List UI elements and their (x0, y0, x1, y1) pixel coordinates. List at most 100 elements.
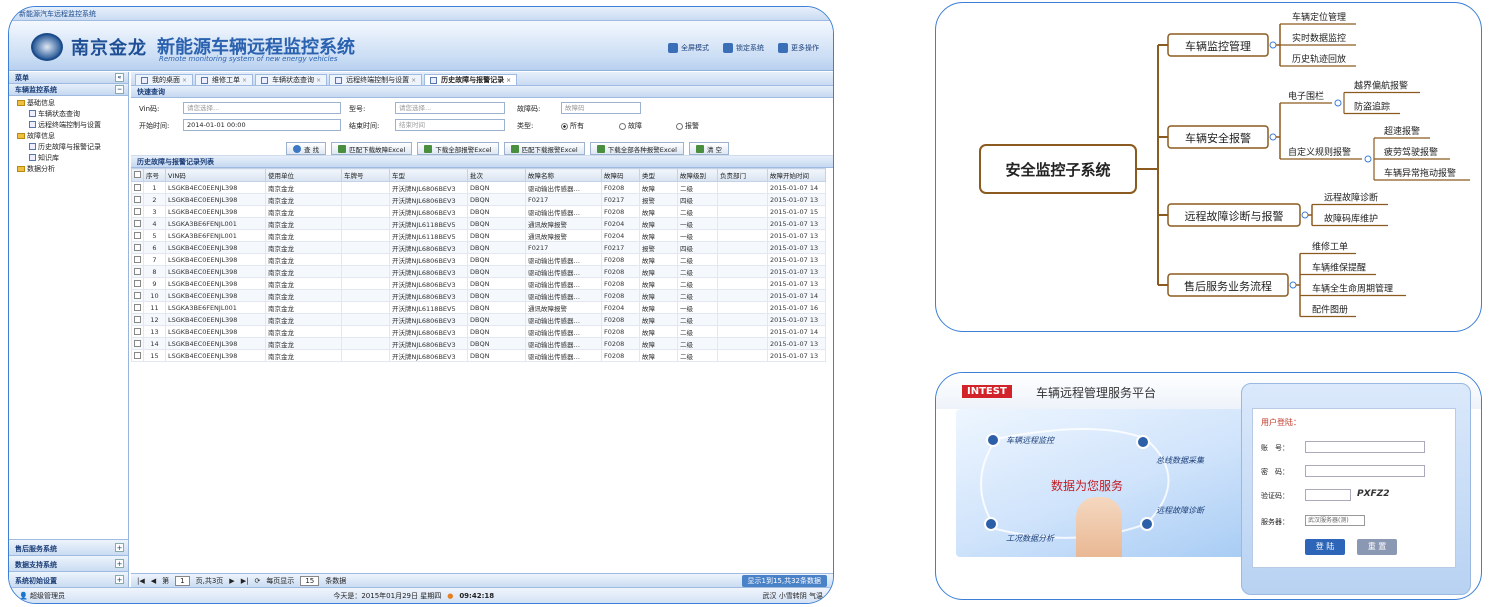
row-checkbox[interactable] (134, 303, 141, 311)
row-checkbox[interactable] (134, 291, 141, 299)
row-checkbox[interactable] (134, 315, 141, 323)
captcha-input[interactable] (1305, 489, 1351, 501)
captcha-image[interactable]: PXFZ2 (1357, 489, 1389, 499)
close-icon[interactable]: × (506, 77, 511, 84)
sidebar-section-data-support[interactable]: 数据支持系统 + (9, 555, 128, 571)
lock-system-button[interactable]: 锁定系统 (723, 43, 764, 53)
tab-4[interactable]: 远程终端控制与设置 × (329, 74, 423, 85)
table-row[interactable]: 9 LSGKB4EC0EENJL398 南京金龙 开沃牌NJL6806BEV3 DBQN… (131, 277, 826, 290)
page-number-input[interactable]: 1 (175, 575, 190, 586)
table-row[interactable]: 10 LSGKB4EC0EENJL398 南京金龙 开沃牌NJL6806BEV3 DBQ… (131, 289, 826, 302)
column-header[interactable]: 故障名称 (525, 168, 602, 182)
refresh-icon[interactable]: ⟳ (254, 577, 260, 585)
radio-alarm[interactable]: 报警 (676, 121, 699, 131)
table-row[interactable]: 12 LSGKB4EC0EENJL398 南京金龙 开沃牌NJL6806BEV3 DBQ… (131, 313, 826, 326)
column-header[interactable]: VIN码 (165, 168, 266, 182)
tab-2[interactable]: 维修工单 × (195, 74, 254, 85)
sidebar-tree-item[interactable]: 基础信息 (13, 98, 124, 109)
sidebar-tree-item[interactable]: 故障信息 (13, 131, 124, 142)
table-row[interactable]: 14 LSGKB4EC0EENJL398 南京金龙 开沃牌NJL6806BEV3 DBQ… (131, 337, 826, 350)
table-row[interactable]: 8 LSGKB4EC0EENJL398 南京金龙 开沃牌NJL6806BEV3 DBQN… (131, 265, 826, 278)
sidebar-section-system-init[interactable]: 系统初始设置 + (9, 571, 128, 587)
close-icon[interactable]: × (182, 77, 187, 84)
collapse-section-button[interactable]: − (115, 85, 124, 94)
close-icon[interactable]: × (316, 77, 321, 84)
next-page-button[interactable]: ▶ (229, 577, 234, 585)
table-cell: 南京金龙 (265, 229, 342, 242)
login-button[interactable]: 登 陆 (1305, 539, 1345, 555)
vin-select[interactable]: 请您选择... (183, 102, 341, 114)
select-all-checkbox[interactable] (134, 171, 141, 178)
download-all-alarm-button[interactable]: 下载全部报警Excel (417, 142, 499, 155)
row-checkbox[interactable] (134, 243, 141, 251)
column-header[interactable]: 批次 (467, 168, 526, 182)
column-header[interactable]: 故障级别 (677, 168, 718, 182)
row-checkbox[interactable] (134, 255, 141, 263)
sidebar-tree-item[interactable]: 数据分析 (13, 164, 124, 175)
table-row[interactable]: 15 LSGKB4EC0EENJL398 南京金龙 开沃牌NJL6806BEV3 DBQ… (131, 349, 826, 362)
column-header[interactable]: 故障开始时间 (767, 168, 826, 182)
column-header[interactable]: 故障码 (601, 168, 640, 182)
row-checkbox[interactable] (134, 267, 141, 275)
last-page-button[interactable]: ▶| (241, 577, 249, 585)
server-select[interactable]: 武汉服务器(测) (1305, 515, 1365, 526)
download-matched-alarm-button[interactable]: 匹配下载报警Excel (503, 142, 585, 155)
sidebar-tree-item[interactable]: 知识库 (13, 153, 124, 164)
table-row[interactable]: 4 LSGKA3BE6FENJL001 南京金龙 开沃牌NJL6118BEV5 DBQN… (131, 217, 826, 230)
tab-3[interactable]: 车辆状态查询 × (255, 74, 328, 85)
more-actions-button[interactable]: 更多操作 (778, 43, 819, 53)
row-checkbox[interactable] (134, 207, 141, 215)
table-row[interactable]: 13 LSGKB4EC0EENJL398 南京金龙 开沃牌NJL6806BEV3 DBQ… (131, 325, 826, 338)
table-cell: LSGKB4EC0EENJL398 (165, 241, 266, 254)
model-select[interactable]: 请您选择... (395, 102, 505, 114)
start-time-input[interactable]: 2014-01-01 00:00 (183, 119, 341, 131)
column-header[interactable]: 类型 (639, 168, 678, 182)
column-header[interactable]: 序号 (143, 168, 166, 182)
radio-all[interactable]: 所有 (561, 121, 584, 131)
row-checkbox[interactable] (134, 219, 141, 227)
fullscreen-button[interactable]: 全屏模式 (668, 43, 709, 53)
table-row[interactable]: 6 LSGKB4EC0EENJL398 南京金龙 开沃牌NJL6806BEV3 DBQN… (131, 241, 826, 254)
row-checkbox[interactable] (134, 231, 141, 239)
first-page-button[interactable]: |◀ (137, 577, 145, 585)
close-icon[interactable]: × (242, 77, 247, 84)
collapse-sidebar-button[interactable]: « (115, 73, 124, 82)
row-checkbox[interactable] (134, 339, 141, 347)
end-time-input[interactable]: 结束时间 (395, 119, 505, 131)
table-row[interactable]: 1 LSGKB4EC0EENJL398 南京金龙 开沃牌NJL6806BEV3 DBQN… (131, 181, 826, 194)
table-row[interactable]: 3 LSGKB4EC0EENJL398 南京金龙 开沃牌NJL6806BEV3 DBQN… (131, 205, 826, 218)
row-checkbox[interactable] (134, 351, 141, 359)
tab-5[interactable]: 历史故障与报警记录 × (424, 74, 518, 85)
search-button[interactable]: 查 找 (286, 142, 327, 155)
per-page-select[interactable]: 15 (300, 575, 320, 586)
table-row[interactable]: 2 LSGKB4EC0EENJL398 南京金龙 开沃牌NJL6806BEV3 DBQN… (131, 193, 826, 206)
sidebar-section-vehicle-monitoring[interactable]: 车辆监控系统 − (9, 84, 128, 96)
row-checkbox[interactable] (134, 279, 141, 287)
column-header[interactable]: 车型 (389, 168, 468, 182)
table-cell: F0204 (601, 217, 640, 230)
sidebar-tree-item[interactable]: 历史故障与报警记录 (13, 142, 124, 153)
table-row[interactable]: 7 LSGKB4EC0EENJL398 南京金龙 开沃牌NJL6806BEV3 DBQN… (131, 253, 826, 266)
tab-1[interactable]: 我的桌面 × (135, 74, 194, 85)
sidebar-tree-item[interactable]: 车辆状态查询 (13, 109, 124, 120)
table-row[interactable]: 11 LSGKA3BE6FENJL001 南京金龙 开沃牌NJL6118BEV5 DBQ… (131, 301, 826, 314)
table-row[interactable]: 5 LSGKA3BE6FENJL001 南京金龙 开沃牌NJL6118BEV5 DBQN… (131, 229, 826, 242)
radio-fault[interactable]: 故障 (619, 121, 642, 131)
password-input[interactable] (1305, 465, 1425, 477)
sidebar-section-after-sales[interactable]: 售后服务系统 + (9, 539, 128, 555)
reset-button[interactable]: 重 置 (1357, 539, 1397, 555)
sidebar-tree-item[interactable]: 远程终端控制与设置 (13, 120, 124, 131)
clear-button[interactable]: 清 空 (688, 142, 730, 155)
prev-page-button[interactable]: ◀ (151, 577, 156, 585)
account-input[interactable] (1305, 441, 1425, 453)
close-icon[interactable]: × (411, 77, 416, 84)
row-checkbox[interactable] (134, 327, 141, 335)
fault-code-input[interactable]: 故障码 (561, 102, 641, 114)
row-checkbox[interactable] (134, 195, 141, 203)
download-all-kinds-alarm-button[interactable]: 下载全部各种报警Excel (589, 142, 684, 155)
row-checkbox[interactable] (134, 183, 141, 191)
download-matched-fault-button[interactable]: 匹配下载故障Excel (331, 142, 413, 155)
column-header[interactable]: 使用单位 (265, 168, 342, 182)
column-header[interactable]: 负责部门 (717, 168, 768, 182)
column-header[interactable]: 车牌号 (341, 168, 390, 182)
